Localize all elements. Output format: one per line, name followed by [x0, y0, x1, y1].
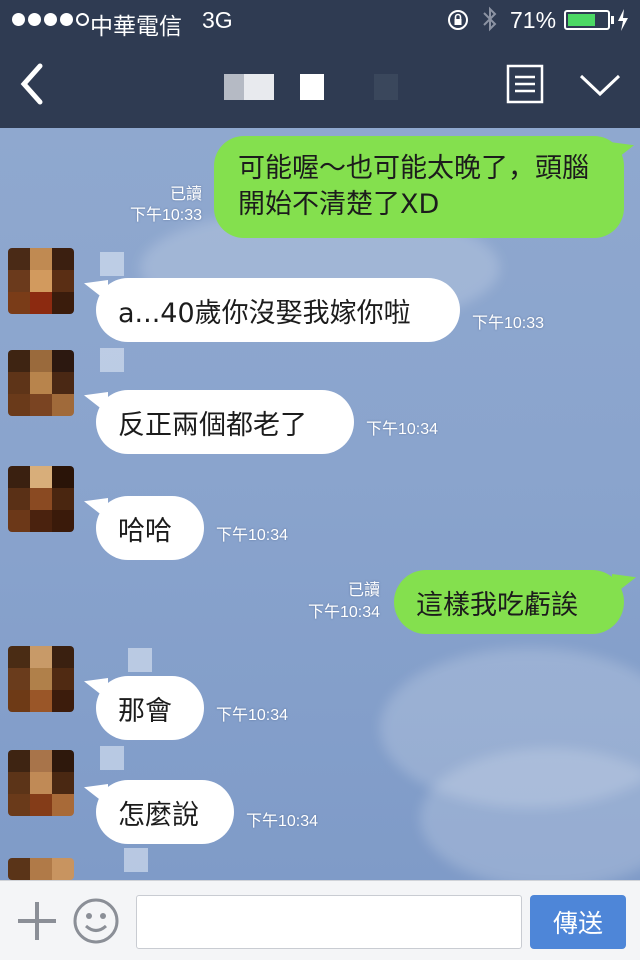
emoji-button[interactable]	[72, 897, 120, 945]
charging-bolt-icon	[617, 8, 629, 38]
chat-title-obscured	[224, 74, 404, 100]
pixelation-block	[128, 648, 152, 672]
message-time: 下午10:34	[246, 813, 319, 830]
message-time: 下午10:33	[129, 207, 202, 224]
message-bubble-outgoing[interactable]: 可能喔～也可能太晚了，頭腦開始不清楚了XD	[214, 136, 624, 238]
message-time: 下午10:34	[307, 604, 380, 621]
avatar[interactable]	[8, 750, 74, 816]
avatar[interactable]	[8, 858, 74, 880]
chat-message-list[interactable]: 已讀 下午10:33 可能喔～也可能太晚了，頭腦開始不清楚了XD a...40歲…	[0, 128, 640, 880]
avatar[interactable]	[8, 466, 74, 532]
message-time: 下午10:34	[216, 707, 289, 724]
status-bar: 中華電信 3G 71%	[0, 0, 640, 40]
chevron-left-icon	[20, 63, 43, 105]
avatar[interactable]	[8, 248, 74, 314]
signal-strength-icon	[12, 13, 89, 26]
pixelation-block	[100, 746, 124, 770]
smiley-icon	[73, 898, 119, 944]
bubble-tail	[612, 574, 636, 596]
network-type: 3G	[202, 7, 233, 33]
message-bubble-incoming[interactable]: 怎麼說	[96, 780, 234, 844]
avatar[interactable]	[8, 646, 74, 712]
message-bubble-outgoing[interactable]: 這樣我吃虧誒	[394, 570, 624, 634]
message-time: 下午10:34	[366, 421, 439, 438]
message-bubble-incoming[interactable]: 那會	[96, 676, 204, 740]
attach-button[interactable]	[16, 899, 58, 943]
bluetooth-icon	[482, 6, 498, 38]
avatar[interactable]	[8, 350, 74, 416]
message-bubble-incoming[interactable]: 哈哈	[96, 496, 204, 560]
pixelation-block	[124, 848, 148, 872]
battery-percent: 71%	[510, 7, 557, 33]
menu-button[interactable]	[506, 64, 544, 104]
collapse-button[interactable]	[578, 70, 622, 100]
message-bubble-incoming[interactable]: 反正兩個都老了	[96, 390, 354, 454]
message-bubble-incoming[interactable]: a...40歲你沒娶我嫁你啦	[96, 278, 460, 342]
message-time: 下午10:33	[472, 315, 545, 332]
chat-header	[0, 40, 640, 128]
menu-icon	[506, 64, 544, 104]
read-receipt: 已讀	[347, 582, 380, 599]
back-button[interactable]	[14, 60, 54, 108]
plus-icon	[18, 902, 56, 940]
battery-icon	[564, 10, 610, 30]
message-time: 下午10:34	[216, 527, 289, 544]
message-input-bar: 傳送	[0, 880, 640, 960]
message-input[interactable]	[136, 895, 522, 949]
chevron-down-icon	[579, 74, 621, 97]
orientation-lock-icon	[446, 8, 470, 38]
carrier-name: 中華電信	[90, 13, 182, 39]
pixelation-block	[100, 252, 124, 276]
read-receipt: 已讀	[169, 186, 202, 203]
pixelation-block	[100, 348, 124, 372]
battery-tip	[611, 16, 614, 24]
send-button[interactable]: 傳送	[530, 895, 626, 949]
